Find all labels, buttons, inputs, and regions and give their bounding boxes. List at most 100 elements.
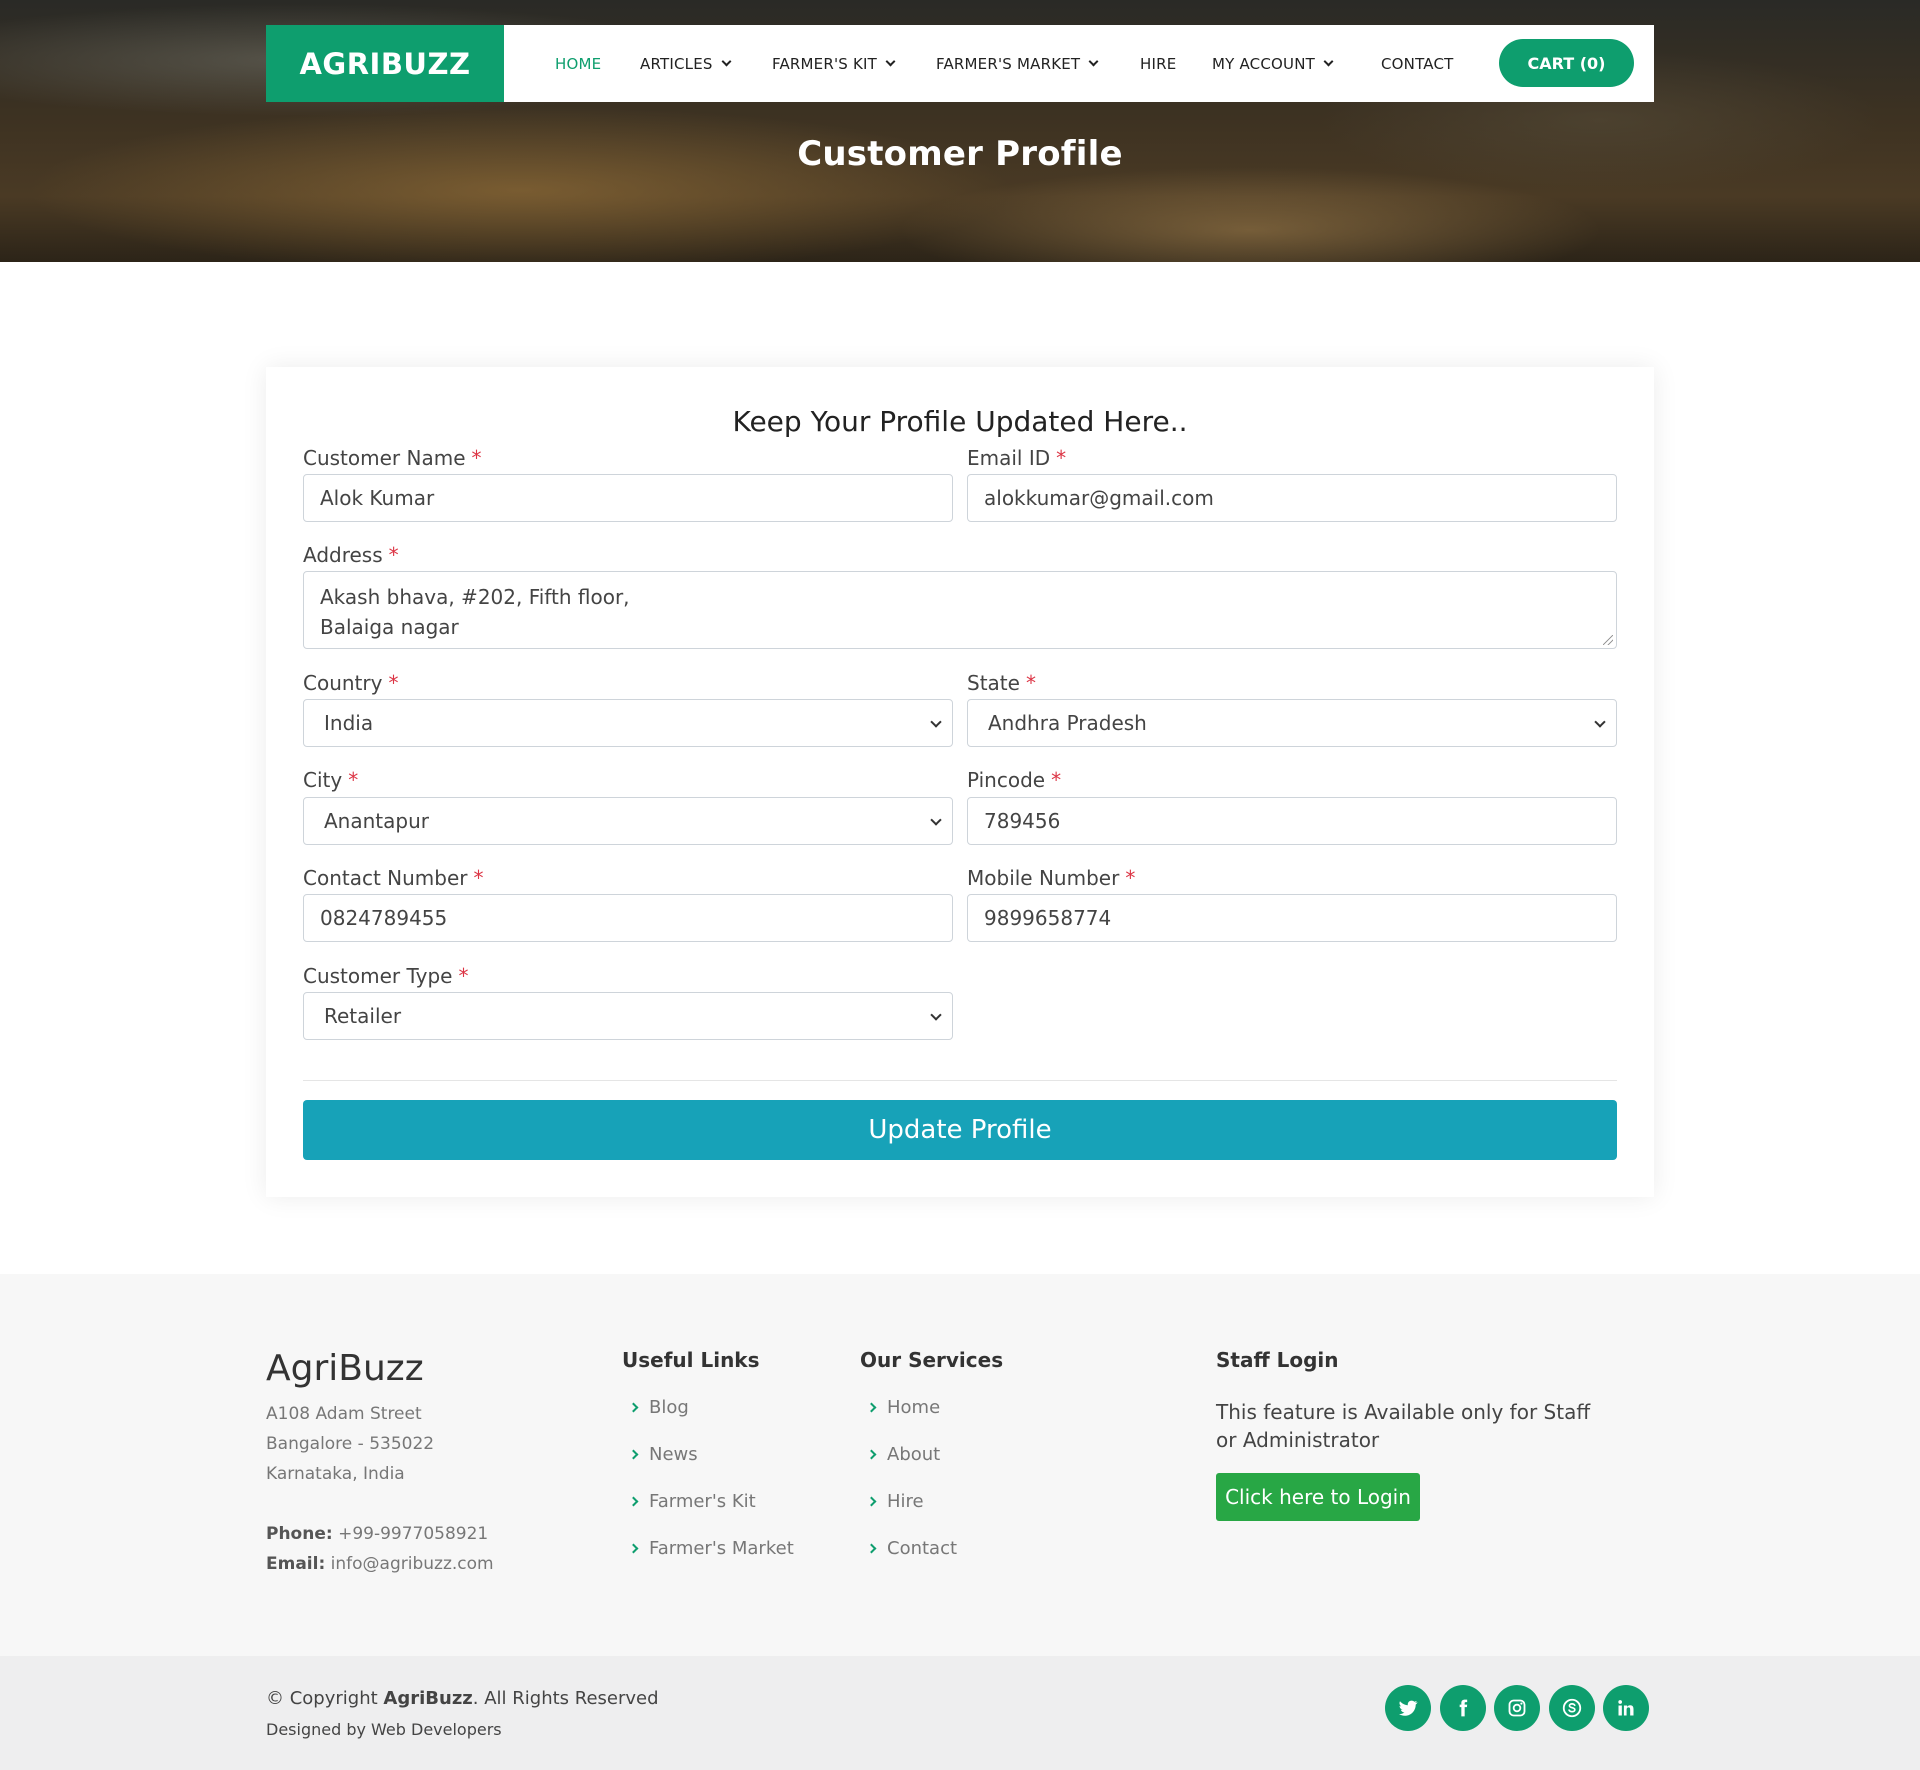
city-selected-value: Anantapur bbox=[324, 809, 429, 833]
chevron-right-icon bbox=[866, 1543, 877, 1554]
update-profile-button[interactable]: Update Profile bbox=[303, 1100, 1617, 1160]
footer-link-label: Farmer's Kit bbox=[649, 1491, 756, 1512]
hero-banner: AGRIBUZZ HOME ARTICLES FARMER'S KIT FARM… bbox=[0, 0, 1920, 262]
footer-link-label: Hire bbox=[887, 1491, 924, 1512]
required-mark: * bbox=[1051, 768, 1062, 792]
required-mark: * bbox=[1125, 866, 1136, 890]
chevron-right-icon bbox=[866, 1449, 877, 1460]
footer-link-farmers-kit[interactable]: Farmer's Kit bbox=[628, 1491, 756, 1512]
city-select[interactable]: Anantapur bbox=[303, 797, 953, 845]
nav-farmers-kit-label: FARMER'S KIT bbox=[772, 54, 878, 73]
customer-name-label-text: Customer Name bbox=[303, 446, 466, 470]
address-textarea[interactable]: Akash bhava, #202, Fifth floor, Balaiga … bbox=[303, 571, 1617, 649]
copyright-brand: AgriBuzz bbox=[383, 1688, 473, 1709]
footer-email: Email: info@agribuzz.com bbox=[266, 1554, 494, 1574]
address-line-1: Akash bhava, #202, Fifth floor, bbox=[320, 585, 630, 609]
nav-farmers-market-label: FARMER'S MARKET bbox=[936, 54, 1081, 73]
address-line-2: Balaiga nagar bbox=[320, 615, 459, 639]
form-divider bbox=[303, 1080, 1617, 1081]
footer-service-home[interactable]: Home bbox=[866, 1397, 940, 1418]
contact-number-label: Contact Number * bbox=[303, 866, 484, 890]
required-mark: * bbox=[471, 446, 482, 470]
nav-home[interactable]: HOME bbox=[555, 25, 601, 102]
nav-my-account-label: MY ACCOUNT bbox=[1212, 54, 1315, 73]
country-label-text: Country bbox=[303, 671, 383, 695]
address-label: Address * bbox=[303, 543, 399, 567]
city-label-text: City bbox=[303, 768, 343, 792]
chevron-right-icon bbox=[628, 1543, 639, 1554]
footer-address-line: Karnataka, India bbox=[266, 1464, 405, 1484]
required-mark: * bbox=[388, 671, 399, 695]
footer-link-label: Contact bbox=[887, 1538, 958, 1559]
footer-brand: AgriBuzz bbox=[266, 1348, 424, 1389]
footer-phone: Phone: +99-9977058921 bbox=[266, 1524, 488, 1544]
footer-service-hire[interactable]: Hire bbox=[866, 1491, 924, 1512]
footer-link-label: Farmer's Market bbox=[649, 1538, 794, 1559]
chevron-right-icon bbox=[628, 1402, 639, 1413]
customer-name-label: Customer Name * bbox=[303, 446, 482, 470]
country-select[interactable]: India bbox=[303, 699, 953, 747]
chevron-down-icon bbox=[1088, 56, 1099, 67]
nav-articles-label: ARTICLES bbox=[640, 54, 713, 73]
facebook-icon[interactable] bbox=[1440, 1685, 1486, 1731]
brand-logo[interactable]: AGRIBUZZ bbox=[266, 25, 504, 102]
chevron-down-icon bbox=[930, 1009, 942, 1021]
required-mark: * bbox=[473, 866, 484, 890]
chevron-right-icon bbox=[628, 1449, 639, 1460]
country-label: Country * bbox=[303, 671, 398, 695]
chevron-down-icon bbox=[1594, 716, 1606, 728]
email-input[interactable]: alokkumar@gmail.com bbox=[967, 474, 1617, 522]
chevron-down-icon bbox=[885, 56, 896, 67]
cart-button[interactable]: CART (0) bbox=[1499, 39, 1634, 87]
country-selected-value: India bbox=[324, 711, 374, 735]
twitter-icon[interactable] bbox=[1385, 1685, 1431, 1731]
nav-contact[interactable]: CONTACT bbox=[1381, 25, 1454, 102]
resize-handle-icon[interactable] bbox=[1603, 635, 1613, 645]
chevron-down-icon bbox=[1323, 56, 1334, 67]
address-label-text: Address bbox=[303, 543, 383, 567]
required-mark: * bbox=[388, 543, 399, 567]
instagram-icon[interactable] bbox=[1494, 1685, 1540, 1731]
email-value[interactable]: info@agribuzz.com bbox=[331, 1554, 494, 1574]
nav-my-account[interactable]: MY ACCOUNT bbox=[1212, 25, 1334, 102]
footer-link-label: Blog bbox=[649, 1397, 689, 1418]
phone-label: Phone: bbox=[266, 1524, 333, 1544]
skype-icon[interactable] bbox=[1549, 1685, 1595, 1731]
phone-value: +99-9977058921 bbox=[338, 1524, 489, 1544]
footer-link-farmers-market[interactable]: Farmer's Market bbox=[628, 1538, 794, 1559]
state-select[interactable]: Andhra Pradesh bbox=[967, 699, 1617, 747]
footer-service-contact[interactable]: Contact bbox=[866, 1538, 958, 1559]
nav-farmers-kit[interactable]: FARMER'S KIT bbox=[772, 25, 896, 102]
pincode-input[interactable]: 789456 bbox=[967, 797, 1617, 845]
nav-articles[interactable]: ARTICLES bbox=[640, 25, 732, 102]
staff-login-button[interactable]: Click here to Login bbox=[1216, 1473, 1420, 1521]
footer-link-blog[interactable]: Blog bbox=[628, 1397, 689, 1418]
customer-type-select[interactable]: Retailer bbox=[303, 992, 953, 1040]
footer-bottom-bar: © Copyright AgriBuzz. All Rights Reserve… bbox=[0, 1656, 1920, 1770]
footer-address-line: Bangalore - 535022 bbox=[266, 1434, 435, 1454]
footer-link-label: About bbox=[887, 1444, 941, 1465]
footer-link-label: News bbox=[649, 1444, 698, 1465]
footer: AgriBuzz A108 Adam Street Bangalore - 53… bbox=[0, 1274, 1920, 1656]
profile-form-card: Keep Your Profile Updated Here.. Custome… bbox=[266, 367, 1654, 1197]
email-label-text: Email ID bbox=[967, 446, 1051, 470]
required-mark: * bbox=[1025, 671, 1036, 695]
mobile-number-input[interactable]: 9899658774 bbox=[967, 894, 1617, 942]
linkedin-icon[interactable] bbox=[1603, 1685, 1649, 1731]
nav-contact-label: CONTACT bbox=[1381, 54, 1454, 73]
customer-type-label: Customer Type * bbox=[303, 964, 468, 988]
customer-type-selected-value: Retailer bbox=[324, 1004, 402, 1028]
chevron-right-icon bbox=[866, 1496, 877, 1507]
useful-links-title: Useful Links bbox=[622, 1348, 760, 1372]
footer-link-news[interactable]: News bbox=[628, 1444, 698, 1465]
email-label: Email ID * bbox=[967, 446, 1066, 470]
customer-name-input[interactable]: Alok Kumar bbox=[303, 474, 953, 522]
nav-farmers-market[interactable]: FARMER'S MARKET bbox=[936, 25, 1099, 102]
contact-number-input[interactable]: 0824789455 bbox=[303, 894, 953, 942]
chevron-down-icon bbox=[930, 716, 942, 728]
nav-hire[interactable]: HIRE bbox=[1140, 25, 1176, 102]
page-title: Customer Profile bbox=[797, 134, 1123, 174]
footer-service-about[interactable]: About bbox=[866, 1444, 941, 1465]
mobile-number-label: Mobile Number * bbox=[967, 866, 1135, 890]
email-label: Email: bbox=[266, 1554, 326, 1574]
